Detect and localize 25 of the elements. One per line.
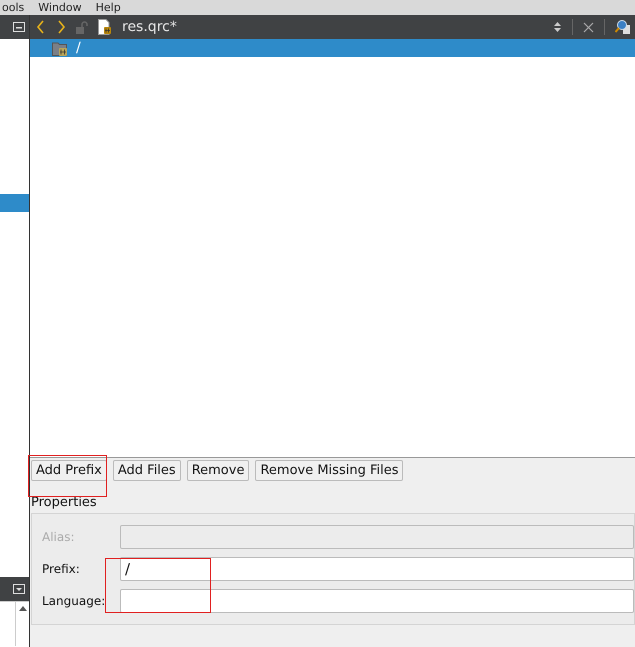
- action-button[interactable]: Remove: [186, 460, 250, 481]
- action-button[interactable]: Add Prefix: [31, 460, 107, 481]
- action-button[interactable]: Add Files: [112, 460, 181, 481]
- menu-item[interactable]: ools: [2, 0, 24, 15]
- input-field[interactable]: /: [120, 557, 634, 581]
- menu-item[interactable]: Help: [96, 0, 121, 15]
- action-button[interactable]: Remove Missing Files: [255, 460, 404, 481]
- forward-icon[interactable]: [56, 20, 66, 34]
- field-label: Language:: [42, 594, 106, 608]
- input-field[interactable]: [120, 589, 634, 613]
- scroll-up-icon[interactable]: [18, 606, 26, 611]
- field-label: Prefix:: [42, 562, 81, 576]
- file-icon: [98, 19, 112, 35]
- field-label: Alias:: [42, 530, 76, 544]
- folder-icon: [52, 40, 68, 56]
- file-name[interactable]: res.qrc*: [122, 19, 177, 35]
- collapse-icon[interactable]: [13, 584, 25, 594]
- dropdown-arrows-icon[interactable]: [553, 20, 562, 34]
- collapse-icon[interactable]: [13, 22, 25, 32]
- close-icon[interactable]: [583, 22, 594, 32]
- tree-item[interactable]: /: [30, 39, 635, 57]
- back-icon[interactable]: [36, 20, 46, 34]
- section-title: Properties: [31, 495, 98, 510]
- scrollbar[interactable]: [15, 602, 29, 646]
- menu-item[interactable]: Window: [38, 0, 82, 15]
